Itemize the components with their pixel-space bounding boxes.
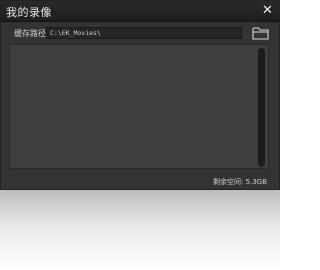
cache-path-field[interactable]: C:\EK_Movies\ xyxy=(46,27,242,39)
free-space-value: 5.3GB xyxy=(245,178,267,186)
window-reflection xyxy=(0,190,280,270)
recordings-window: 我的录像 ✕ 缓存路径 C:\EK_Movies\ 剩余空间: 5.3GB xyxy=(0,0,280,190)
title-bar[interactable]: 我的录像 ✕ xyxy=(1,1,279,22)
scrollbar[interactable] xyxy=(258,48,265,167)
cache-path-label: 缓存路径 xyxy=(14,29,46,38)
folder-icon[interactable] xyxy=(252,25,270,41)
window-title: 我的录像 xyxy=(6,6,52,19)
free-space-status: 剩余空间: 5.3GB xyxy=(213,177,267,187)
close-icon[interactable]: ✕ xyxy=(260,3,275,18)
cache-path-row: 缓存路径 C:\EK_Movies\ xyxy=(1,25,279,43)
free-space-label: 剩余空间: xyxy=(213,178,244,186)
recordings-list[interactable] xyxy=(9,44,269,169)
